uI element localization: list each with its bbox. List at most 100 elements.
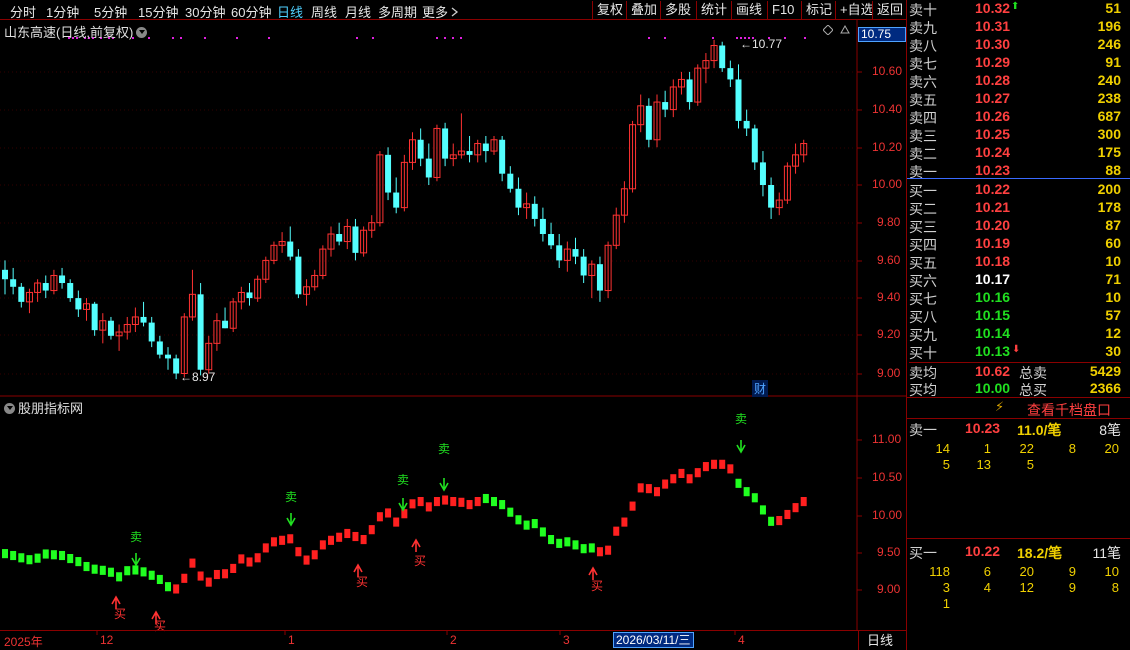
period-tab-15min[interactable]: 15分钟 (138, 2, 178, 21)
chart-title[interactable]: 山东高速(日线,前复权) (4, 22, 148, 41)
ask-level-price: 10.29 (975, 54, 1011, 70)
candle-up (115, 324, 123, 351)
y-tick: 10.20 (872, 140, 903, 154)
signal-dot (148, 37, 150, 39)
period-tab-5min[interactable]: 5分钟 (94, 2, 127, 21)
chart-area[interactable]: 卖卖卖卖卖买买买买买 (0, 20, 906, 650)
candle-up (677, 71, 685, 95)
period-tab-30min[interactable]: 30分钟 (185, 2, 225, 21)
ask-level-row[interactable]: 卖六 10.28 240 (909, 72, 1121, 90)
candle-up (457, 113, 465, 159)
down-arrow-icon (131, 553, 141, 567)
candle-down (580, 249, 587, 284)
draw-button[interactable]: 画线 (731, 1, 762, 19)
candle-down (425, 143, 432, 185)
bid-level-price: 10.20 (975, 217, 1011, 233)
f10-button[interactable]: F10 (767, 1, 794, 19)
avg-buy-row: 买均 10.00 总买 2366 (909, 380, 1121, 398)
ask-level-row[interactable]: 卖八 10.30 246 (909, 36, 1121, 54)
candle-down (466, 135, 473, 163)
period-tab-1min[interactable]: 1分钟 (46, 2, 79, 21)
candle-up (669, 79, 677, 118)
indicator-bar-green (539, 527, 546, 537)
back-button[interactable]: 返回 (872, 1, 903, 19)
indicator-bar-red (433, 497, 440, 507)
view-depth-button[interactable]: ⚡ 查看千档盘口 (907, 397, 1130, 419)
bid-level-volume: 71 (1105, 271, 1121, 287)
signal-dot (452, 37, 454, 39)
bid-level-row[interactable]: 买九 10.14 12 (909, 325, 1121, 343)
indicator-bar-red (409, 499, 416, 509)
candle-up (131, 307, 139, 333)
ask-level-row[interactable]: 卖九 10.31 196 (909, 18, 1121, 36)
avg-sell-price: 10.62 (975, 363, 1011, 379)
bid-level-row[interactable]: 买八 10.15 57 (909, 307, 1121, 325)
adjust-button[interactable]: 复权 (592, 1, 623, 19)
indicator-bar-red (645, 484, 652, 494)
candle-up (368, 215, 376, 238)
more-label: 更多 (422, 5, 449, 20)
bid-level-row[interactable]: 买五 10.18 10 (909, 253, 1121, 271)
add-watchlist-button[interactable]: +自选 (835, 1, 874, 19)
bid-level-label: 买二 (909, 201, 937, 217)
bid-level-row[interactable]: 买七 10.16 10 (909, 289, 1121, 307)
ask-level-row[interactable]: 卖四 10.26 687 (909, 108, 1121, 126)
candle-down (165, 347, 171, 370)
candle-down (751, 124, 758, 170)
indicator-bar-green (507, 507, 514, 517)
candle-down (759, 151, 766, 197)
indicator-bar-green (140, 567, 147, 577)
expand-icon[interactable] (840, 25, 850, 35)
signal-dot (372, 37, 374, 39)
candle-down (197, 283, 204, 376)
ask-level-label: 卖六 (909, 74, 937, 90)
period-tab-60min[interactable]: 60分钟 (231, 2, 271, 21)
bid-level-row[interactable]: 买四 10.19 60 (909, 235, 1121, 253)
indicator-bar-red (719, 459, 726, 469)
bid-level-row[interactable]: 买一 10.22 200 (909, 181, 1121, 199)
sell-signal-label: 卖 (735, 412, 747, 426)
candle-down (295, 249, 302, 299)
overlay-button[interactable]: 叠加 (626, 1, 657, 19)
chevron-down-icon[interactable] (4, 403, 15, 414)
period-tab-monthly[interactable]: 月线 (345, 2, 371, 21)
bid-level-label: 买一 (909, 183, 937, 199)
signal-dot (172, 37, 174, 39)
mark-button[interactable]: 标记 (801, 1, 832, 19)
indicator-bar-red (654, 487, 660, 497)
ask-level-row[interactable]: 卖二 10.24 175 (909, 144, 1121, 162)
sell-queue-count: 8笔 (1099, 422, 1121, 438)
period-tab-more[interactable]: 更多 (422, 2, 459, 21)
candle-up (620, 181, 628, 223)
ask-level-row[interactable]: 卖一 10.23 88 (909, 162, 1121, 180)
indicator-title[interactable]: 股朋指标网 (4, 398, 83, 417)
bid-level-row[interactable]: 买二 10.21 178 (909, 199, 1121, 217)
indicator-bar-red (344, 528, 351, 539)
ask-level-row[interactable]: 卖三 10.25 300 (909, 126, 1121, 144)
indicator-bar-green (743, 487, 750, 497)
ask-level-row[interactable]: 卖五 10.27 238 (909, 90, 1121, 108)
diamond-icon[interactable] (823, 25, 833, 35)
indicator-bar-green (50, 550, 57, 560)
period-tab-daily[interactable]: 日线 (277, 2, 303, 21)
chevron-down-icon[interactable] (136, 27, 148, 38)
indicator-bar-red (727, 464, 734, 474)
multi-stock-button[interactable]: 多股 (660, 1, 691, 19)
period-tab-multi[interactable]: 多周期 (378, 2, 417, 21)
ask-level-row[interactable]: 卖七 10.29 91 (909, 54, 1121, 72)
financial-report-marker[interactable]: 财 (752, 380, 769, 397)
stats-button[interactable]: 统计 (696, 1, 727, 19)
bid-level-row[interactable]: 买三 10.20 87 (909, 217, 1121, 235)
candle-down (515, 177, 522, 216)
candle-up (563, 241, 571, 272)
indicator-bar-green (759, 505, 766, 515)
bid-level-row[interactable]: 买六 10.17 71 (909, 271, 1121, 289)
indicator-bar-red (287, 534, 294, 544)
period-tab-intraday[interactable]: 分时 (10, 2, 36, 21)
indicator-bar-red (596, 547, 603, 557)
period-tab-weekly[interactable]: 周线 (311, 2, 337, 21)
avg-sell-row: 卖均 10.62 总卖 5429 (909, 362, 1121, 381)
buy-queue-price: 10.22 (965, 543, 1001, 559)
candle-down (662, 90, 669, 118)
indicator-bar-red (776, 516, 783, 526)
